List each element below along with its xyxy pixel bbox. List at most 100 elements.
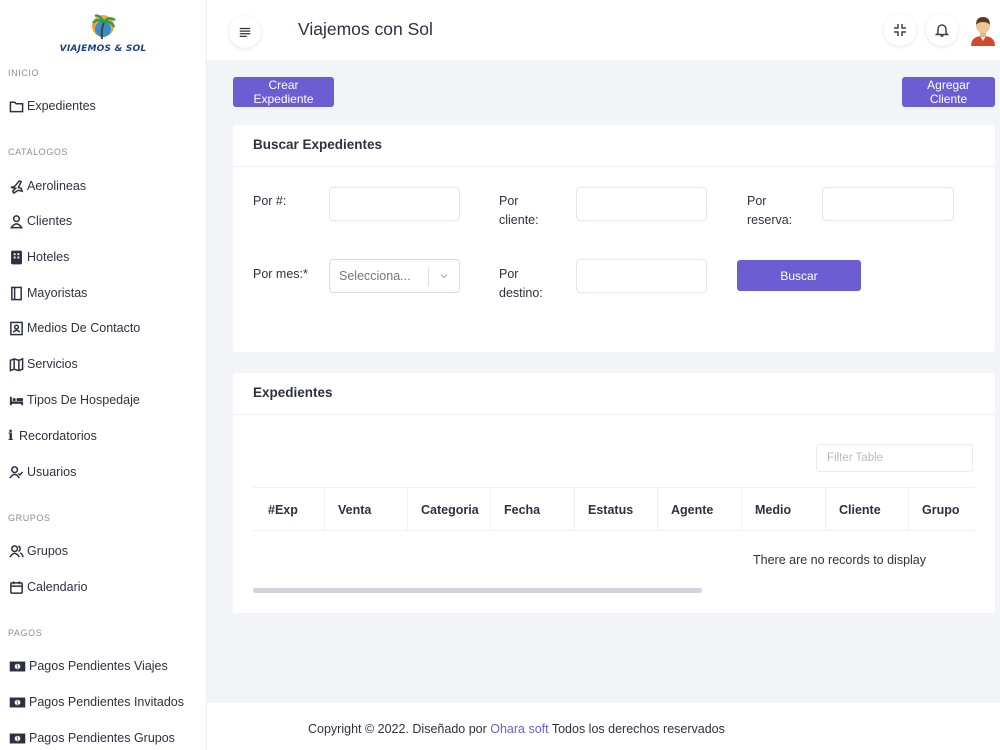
sidebar-item-servicios[interactable]: Servicios bbox=[8, 354, 78, 374]
buscar-button[interactable]: Buscar bbox=[737, 260, 861, 291]
label-por-destino-line1: Por bbox=[499, 267, 519, 281]
section-title-grupos: GRUPOS bbox=[8, 513, 51, 523]
search-card: Buscar Expedientes Por #: Por cliente: P… bbox=[233, 125, 995, 352]
sidebar-item-label: Recordatorios bbox=[19, 429, 97, 443]
sidebar-item-pagos-grupos[interactable]: 1 Pagos Pendientes Grupos bbox=[8, 728, 175, 748]
sidebar-item-label: Grupos bbox=[27, 544, 68, 558]
palm-sun-logo-icon bbox=[92, 14, 116, 40]
airplane-icon bbox=[8, 178, 24, 194]
svg-text:1: 1 bbox=[15, 664, 19, 670]
map-icon bbox=[8, 356, 24, 372]
sidebar-item-calendario[interactable]: Calendario bbox=[8, 577, 87, 597]
label-por-reserva-line1: Por bbox=[747, 194, 767, 208]
crear-expediente-button[interactable]: Crear Expediente bbox=[233, 77, 334, 107]
notifications-button[interactable] bbox=[926, 14, 958, 46]
column-divider bbox=[407, 488, 408, 531]
select-placeholder: Selecciona... bbox=[339, 269, 411, 283]
svg-text:1: 1 bbox=[15, 700, 19, 706]
por-mes-select[interactable]: Selecciona... bbox=[329, 259, 460, 293]
sidebar-item-clientes[interactable]: Clientes bbox=[8, 211, 72, 231]
table-header-row: #Exp Venta Categoria Fecha Estatus Agent… bbox=[253, 487, 975, 531]
label-por-mes: Por mes:* bbox=[253, 267, 308, 281]
sidebar-item-aerolineas[interactable]: Aerolineas bbox=[8, 176, 86, 196]
expedientes-card: Expedientes Filter Table #Exp Venta Cate… bbox=[233, 373, 995, 613]
sidebar: VIAJEMOS & SOL INICIO Expedientes CATALO… bbox=[0, 0, 207, 750]
sidebar-item-label: Pagos Pendientes Viajes bbox=[29, 659, 168, 673]
sidebar-item-label: Servicios bbox=[27, 357, 78, 371]
por-destino-input[interactable] bbox=[576, 259, 707, 293]
user-icon bbox=[8, 213, 24, 229]
por-cliente-input[interactable] bbox=[576, 187, 707, 221]
logo-area[interactable]: VIAJEMOS & SOL bbox=[0, 0, 206, 60]
empty-table-message: There are no records to display bbox=[753, 553, 927, 567]
footer: Copyright © 2022. Diseñado por Ohara sof… bbox=[207, 703, 1000, 750]
column-divider bbox=[490, 488, 491, 531]
sidebar-item-grupos[interactable]: Grupos bbox=[8, 541, 68, 561]
banknote-icon: 1 bbox=[8, 730, 26, 746]
logo[interactable]: VIAJEMOS & SOL bbox=[60, 2, 146, 58]
column-header-fecha[interactable]: Fecha bbox=[504, 503, 540, 517]
top-header: Viajemos con Sol bbox=[207, 0, 1000, 60]
column-header-venta[interactable]: Venta bbox=[338, 503, 371, 517]
banknote-icon: 1 bbox=[8, 658, 26, 674]
card-divider bbox=[233, 414, 995, 415]
label-por-cliente-line2: cliente: bbox=[499, 213, 539, 227]
info-icon: i bbox=[8, 428, 14, 444]
sidebar-item-label: Pagos Pendientes Invitados bbox=[29, 695, 184, 709]
sidebar-item-label: Mayoristas bbox=[27, 286, 88, 300]
copyright-prefix: Copyright © 2022. Diseñado por bbox=[308, 722, 491, 736]
copyright-text: Copyright © 2022. Diseñado por Ohara sof… bbox=[308, 722, 725, 736]
user-avatar[interactable] bbox=[967, 14, 999, 46]
sidebar-item-hoteles[interactable]: Hoteles bbox=[8, 247, 69, 267]
sidebar-item-pagos-viajes[interactable]: 1 Pagos Pendientes Viajes bbox=[8, 656, 168, 676]
por-numero-input[interactable] bbox=[329, 187, 460, 221]
sidebar-item-pagos-invitados[interactable]: 1 Pagos Pendientes Invitados bbox=[8, 692, 184, 712]
horizontal-scrollbar[interactable] bbox=[253, 588, 702, 593]
sidebar-item-label: Pagos Pendientes Grupos bbox=[29, 731, 175, 745]
filter-table-input[interactable]: Filter Table bbox=[816, 444, 973, 472]
label-por-destino: Por destino: bbox=[499, 265, 543, 303]
folder-icon bbox=[8, 98, 24, 114]
ohara-soft-link[interactable]: Ohara soft bbox=[490, 722, 548, 736]
sidebar-item-label: Expedientes bbox=[27, 99, 96, 113]
column-divider bbox=[908, 488, 909, 531]
por-reserva-input[interactable] bbox=[822, 187, 954, 221]
sidebar-item-tipos-hospedaje[interactable]: Tipos De Hospedaje bbox=[8, 390, 140, 410]
column-divider bbox=[324, 488, 325, 531]
agregar-cliente-button[interactable]: Agregar Cliente bbox=[902, 77, 995, 107]
column-header-agente[interactable]: Agente bbox=[671, 503, 713, 517]
fullscreen-exit-button[interactable] bbox=[884, 14, 916, 46]
sidebar-item-label: Calendario bbox=[27, 580, 88, 594]
compress-icon bbox=[894, 24, 906, 36]
sidebar-item-recordatorios[interactable]: i Recordatorios bbox=[8, 426, 97, 446]
contact-card-icon bbox=[8, 320, 24, 336]
sidebar-item-usuarios[interactable]: Usuarios bbox=[8, 462, 76, 482]
select-divider bbox=[428, 268, 429, 286]
sidebar-item-expedientes[interactable]: Expedientes bbox=[8, 96, 96, 116]
column-header-medio[interactable]: Medio bbox=[755, 503, 791, 517]
bed-icon bbox=[8, 392, 24, 408]
expedientes-card-title: Expedientes bbox=[253, 385, 333, 400]
chevron-down-icon bbox=[440, 274, 448, 279]
column-divider bbox=[657, 488, 658, 531]
sidebar-item-medios[interactable]: Medios De Contacto bbox=[8, 318, 140, 338]
column-header-categoria[interactable]: Categoria bbox=[421, 503, 479, 517]
logo-text: VIAJEMOS & SOL bbox=[59, 44, 147, 54]
sidebar-item-label: Clientes bbox=[27, 214, 73, 228]
label-por-cliente: Por cliente: bbox=[499, 192, 539, 230]
column-header-grupo[interactable]: Grupo bbox=[922, 503, 960, 517]
column-header-cliente[interactable]: Cliente bbox=[839, 503, 881, 517]
column-header-exp[interactable]: #Exp bbox=[268, 503, 298, 517]
card-divider bbox=[233, 166, 995, 167]
label-por-reserva: Por reserva: bbox=[747, 192, 792, 230]
column-header-estatus[interactable]: Estatus bbox=[588, 503, 633, 517]
sidebar-item-mayoristas[interactable]: Mayoristas bbox=[8, 283, 87, 303]
building-icon bbox=[8, 249, 24, 265]
label-por-cliente-line1: Por bbox=[499, 194, 519, 208]
door-icon bbox=[8, 285, 24, 301]
copyright-suffix: Todos los derechos reservados bbox=[548, 722, 725, 736]
sidebar-item-label: Tipos De Hospedaje bbox=[27, 393, 140, 407]
calendar-icon bbox=[8, 579, 24, 595]
menu-toggle-button[interactable] bbox=[229, 16, 261, 48]
users-icon bbox=[8, 543, 24, 559]
